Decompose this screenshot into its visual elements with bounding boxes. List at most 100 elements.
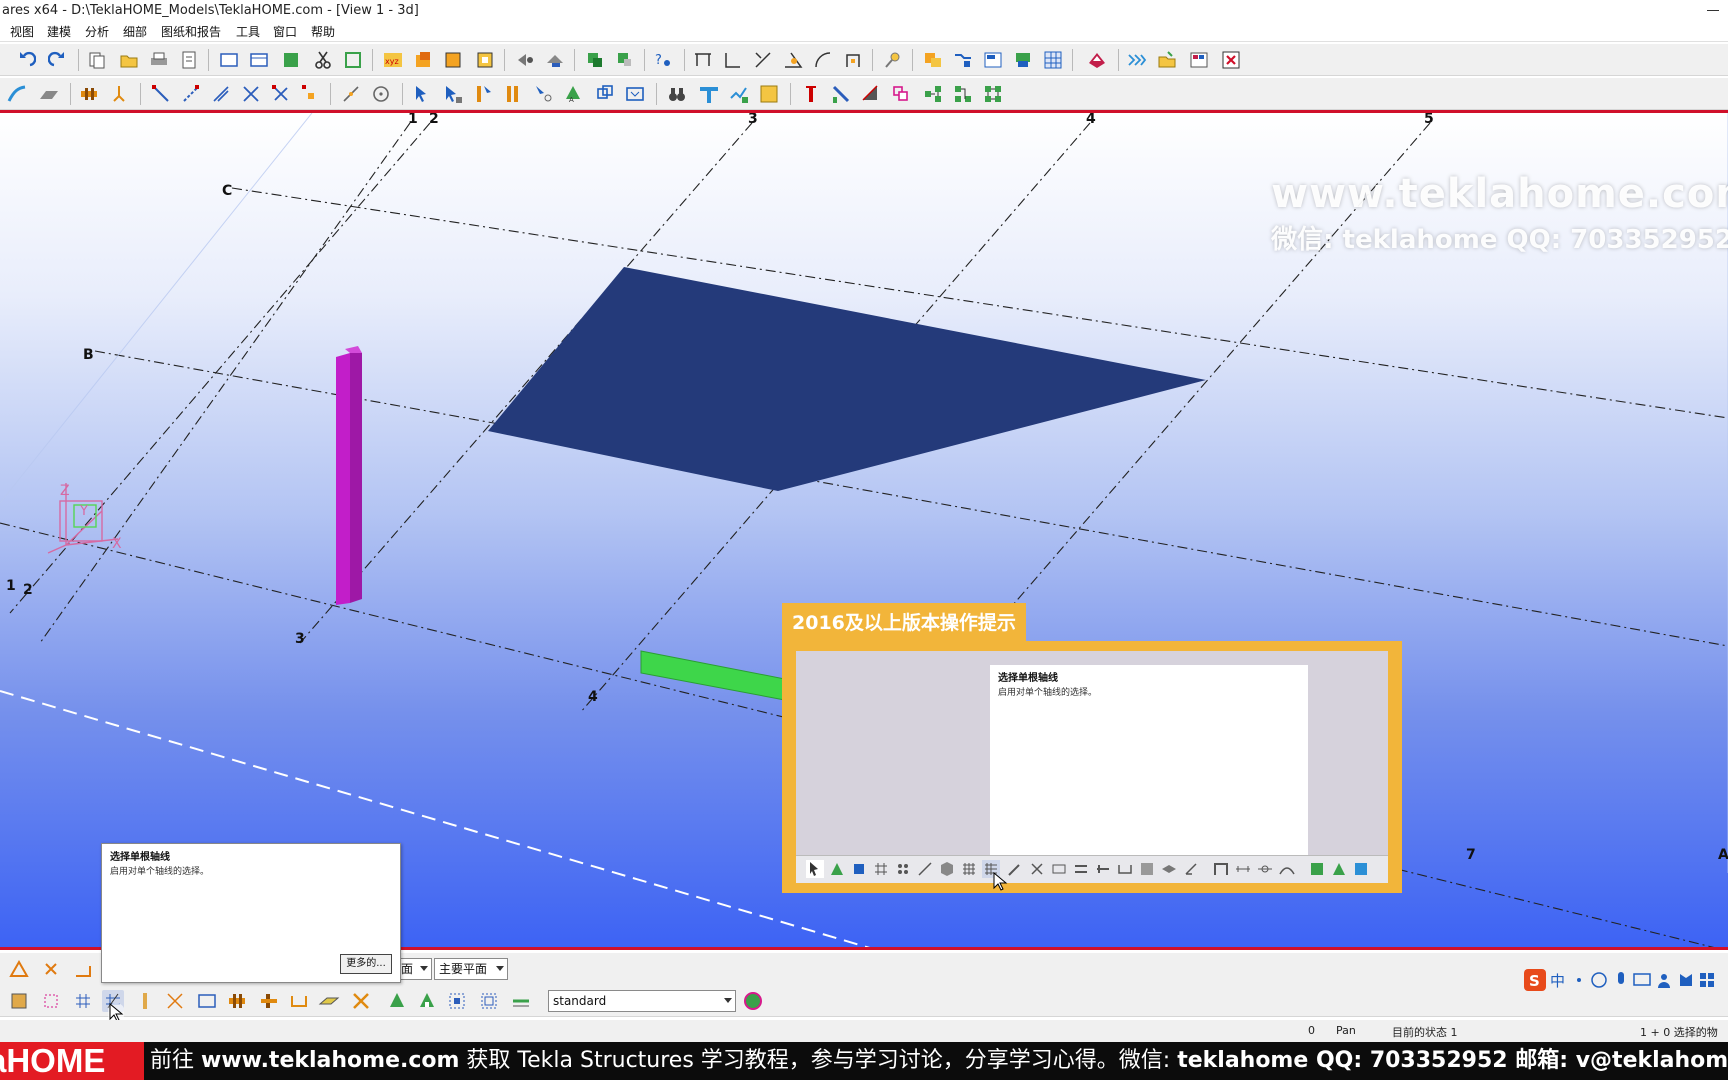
create-drawing-icon[interactable] [1012, 49, 1034, 71]
close-view-icon[interactable] [1220, 49, 1242, 71]
select-component-icon[interactable] [594, 83, 616, 105]
select-cuts-icon[interactable] [164, 990, 186, 1012]
select-view-icon[interactable] [624, 83, 646, 105]
copy-icon[interactable] [86, 49, 108, 71]
select-views-icon[interactable] [196, 990, 218, 1012]
view-3d[interactable]: 1 2 3 4 5 C B 1 2 3 4 7 A Z Y X www.tekl… [0, 110, 1728, 950]
select-nested-assemblies-icon[interactable] [478, 990, 500, 1012]
plane-select-partial[interactable]: 面 [396, 958, 432, 980]
beam-icon[interactable] [830, 83, 852, 105]
more-button[interactable]: 更多的... [340, 954, 392, 974]
properties-icon[interactable] [178, 49, 200, 71]
clip-plane-icon[interactable] [544, 49, 566, 71]
weld-icon[interactable] [108, 83, 130, 105]
select-all-icon[interactable] [412, 83, 434, 105]
select-assemblies-icon[interactable] [446, 990, 468, 1012]
component-icon[interactable] [584, 49, 606, 71]
cut-part-icon[interactable] [890, 83, 912, 105]
snap-dim-icon[interactable] [692, 49, 714, 71]
component-catalog-icon[interactable] [614, 49, 636, 71]
zoom-binoculars-icon[interactable] [666, 83, 688, 105]
snap-dim-3-icon[interactable] [752, 49, 774, 71]
angle-dim-icon[interactable] [782, 49, 804, 71]
detail-icon[interactable] [982, 83, 1004, 105]
cut-icon[interactable] [312, 49, 334, 71]
radius-dim-icon[interactable] [842, 49, 864, 71]
connection-icon[interactable] [922, 83, 944, 105]
select-welds-icon[interactable] [134, 990, 156, 1012]
menu-analysis[interactable]: 分析 [85, 24, 109, 40]
select-objects-icon[interactable] [472, 83, 494, 105]
slab-icon[interactable] [38, 83, 60, 105]
green-beam[interactable] [640, 650, 791, 702]
catalog-icon[interactable] [1156, 49, 1178, 71]
menu-tools[interactable]: 工具 [236, 24, 260, 40]
magenta-column[interactable] [336, 346, 362, 605]
toolbar-palette-icon[interactable] [1188, 49, 1210, 71]
snap-intersect-icon[interactable] [240, 83, 262, 105]
open-icon[interactable] [118, 49, 140, 71]
select-nested-components-icon[interactable] [416, 990, 438, 1012]
more-arrows-icon[interactable] [1126, 49, 1148, 71]
select-components-icon[interactable] [386, 990, 408, 1012]
select-bolts-icon[interactable] [226, 990, 248, 1012]
measure-icon[interactable] [882, 49, 904, 71]
snap-cross-icon[interactable] [270, 83, 292, 105]
menu-detailing[interactable]: 细部 [123, 24, 147, 40]
connection-2-icon[interactable] [952, 83, 974, 105]
select-parts-icon[interactable] [8, 990, 30, 1012]
clear-icon[interactable] [40, 958, 62, 980]
warning-triangle-icon[interactable] [8, 958, 30, 980]
numbering-icon[interactable] [922, 49, 944, 71]
work-plane-icon[interactable] [412, 49, 434, 71]
inquire-icon[interactable]: ? [652, 49, 674, 71]
filter-settings-icon[interactable] [742, 990, 764, 1012]
select-component-objects-icon[interactable] [350, 990, 372, 1012]
snap-line-icon[interactable] [150, 83, 172, 105]
arc-dim-icon[interactable] [812, 49, 834, 71]
snap-point-icon[interactable] [300, 83, 322, 105]
menu-window[interactable]: 窗口 [273, 24, 297, 40]
drawing-list-icon[interactable] [982, 49, 1004, 71]
select-single-bolts-icon[interactable] [258, 990, 280, 1012]
undo-icon[interactable] [14, 49, 36, 71]
select-grid-icon[interactable] [532, 83, 554, 105]
snap-line-2-icon[interactable] [180, 83, 202, 105]
redo-icon[interactable] [48, 49, 70, 71]
view-window-icon[interactable] [218, 49, 240, 71]
bolt-icon[interactable] [78, 83, 100, 105]
select-objects-2-icon[interactable] [502, 83, 524, 105]
drawing-grid-icon[interactable] [1042, 49, 1064, 71]
select-surface-icon[interactable] [318, 990, 340, 1012]
polybeam-icon[interactable] [6, 83, 28, 105]
select-area-icon[interactable] [342, 49, 364, 71]
phase-icon[interactable] [758, 83, 780, 105]
report-icon[interactable] [952, 49, 974, 71]
view-list-icon[interactable] [248, 49, 270, 71]
select-part-icon[interactable]: A [562, 83, 584, 105]
select-points-icon[interactable] [40, 990, 62, 1012]
select-objects-in-components-icon[interactable] [510, 990, 532, 1012]
plane-parallel-icon[interactable] [442, 49, 464, 71]
selection-filter-select[interactable]: standard [548, 990, 736, 1012]
menu-drawings-reports[interactable]: 图纸和报告 [161, 24, 221, 40]
menu-help[interactable]: 帮助 [311, 24, 335, 40]
view-plane-icon[interactable] [280, 49, 302, 71]
snap-circle-icon[interactable] [370, 83, 392, 105]
minimize-button[interactable] [1704, 2, 1722, 18]
select-grids-icon[interactable] [72, 990, 94, 1012]
plane-select[interactable]: 主要平面 [434, 958, 508, 980]
slab-plate[interactable] [488, 267, 1206, 491]
snap-perp-icon[interactable] [340, 83, 362, 105]
column-icon[interactable] [800, 83, 822, 105]
snap-line-3-icon[interactable] [210, 83, 232, 105]
clash-check-icon[interactable] [728, 83, 750, 105]
xyz-icon[interactable]: xyz [382, 49, 404, 71]
menu-view[interactable]: 视图 [10, 24, 34, 40]
column-beam-icon[interactable] [698, 83, 720, 105]
plate-icon[interactable] [860, 83, 882, 105]
print-icon[interactable] [148, 49, 170, 71]
ime-icons[interactable]: S 中 [1524, 968, 1724, 992]
snap-dim-2-icon[interactable] [722, 49, 744, 71]
create-view-icon[interactable] [514, 49, 536, 71]
